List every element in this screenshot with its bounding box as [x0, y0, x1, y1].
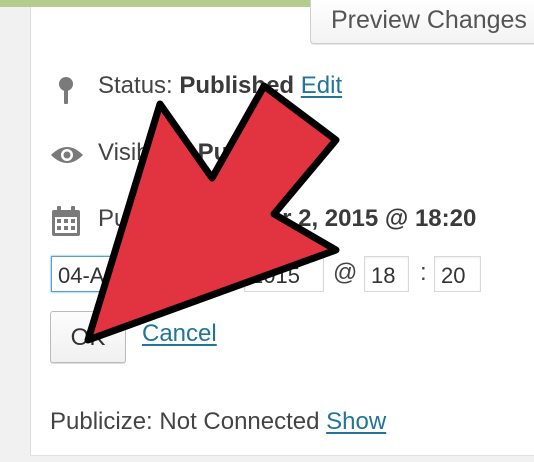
show-publicize-link[interactable]: Show	[326, 408, 386, 435]
minute-input[interactable]	[434, 256, 481, 292]
preview-changes-button[interactable]: Preview Changes	[310, 0, 534, 44]
cancel-link[interactable]: Cancel	[142, 320, 217, 348]
pin-icon	[56, 76, 76, 113]
eye-icon	[49, 143, 85, 174]
day-input[interactable]	[180, 256, 226, 292]
published-label: Published on:	[98, 205, 244, 232]
visibility-label: Visibility:	[98, 139, 191, 166]
calendar-icon	[51, 205, 81, 244]
time-colon: :	[420, 259, 427, 286]
status-label: Status:	[98, 72, 173, 99]
year-input[interactable]	[244, 256, 324, 292]
hour-input[interactable]	[364, 256, 409, 292]
publicize-label: Publicize: Not Connected	[50, 408, 320, 435]
panel-divider	[30, 455, 534, 456]
edit-visibility-link[interactable]: Edit	[276, 139, 317, 166]
edit-status-link[interactable]: Edit	[301, 72, 342, 99]
ok-button[interactable]: OK	[50, 311, 126, 363]
date-comma: ,	[230, 259, 237, 286]
visibility-value: Public	[197, 139, 270, 166]
status-value: Published	[179, 72, 295, 99]
published-value: Apr 2, 2015 @ 18:20	[250, 205, 477, 232]
at-sign: @	[333, 259, 358, 286]
